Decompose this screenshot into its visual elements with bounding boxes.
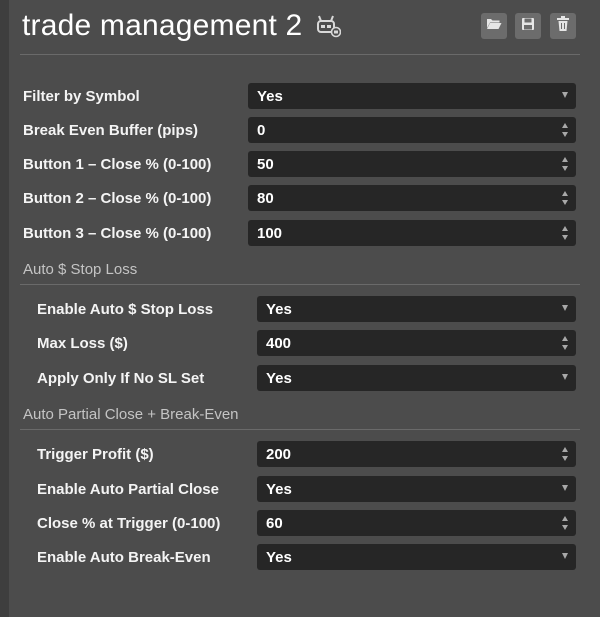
auto-stop-loss-divider — [20, 284, 580, 285]
apply-only-if-no-sl-value: Yes — [266, 370, 292, 387]
chevron-down-icon — [562, 553, 568, 559]
break-even-buffer-row: Break Even Buffer (pips) 0 — [9, 117, 600, 143]
robot-icon[interactable] — [315, 14, 342, 38]
max-loss-row: Max Loss ($) 400 — [9, 330, 600, 356]
close-percent-at-trigger-label: Close % at Trigger (0-100) — [37, 515, 221, 532]
panel-header: trade management 2 — [9, 0, 600, 54]
save-preset-button[interactable] — [515, 13, 541, 39]
enable-auto-stop-loss-select[interactable]: Yes — [257, 296, 576, 322]
break-even-buffer-label: Break Even Buffer (pips) — [23, 122, 199, 139]
folder-open-icon — [486, 17, 502, 35]
chevron-down-icon — [562, 374, 568, 380]
apply-only-if-no-sl-select[interactable]: Yes — [257, 365, 576, 391]
enable-auto-partial-close-select[interactable]: Yes — [257, 476, 576, 502]
button1-close-input[interactable]: 50 — [248, 151, 576, 177]
break-even-buffer-value: 0 — [257, 122, 266, 139]
button3-close-label: Button 3 – Close % (0-100) — [23, 225, 212, 242]
filter-by-symbol-row: Filter by Symbol Yes — [9, 83, 600, 109]
button3-close-value: 100 — [257, 225, 283, 242]
delete-preset-button[interactable] — [550, 13, 576, 39]
enable-auto-break-even-row: Enable Auto Break-Even Yes — [9, 544, 600, 570]
trigger-profit-input[interactable]: 200 — [257, 441, 576, 467]
enable-auto-break-even-select[interactable]: Yes — [257, 544, 576, 570]
button2-close-input[interactable]: 80 — [248, 185, 576, 211]
enable-auto-stop-loss-value: Yes — [266, 301, 292, 318]
enable-auto-partial-close-value: Yes — [266, 481, 292, 498]
spinner-arrows-icon[interactable] — [562, 336, 569, 350]
window-frame-edge — [0, 0, 9, 617]
spinner-arrows-icon[interactable] — [562, 123, 569, 137]
close-percent-at-trigger-input[interactable]: 60 — [257, 510, 576, 536]
auto-partial-section-title: Auto Partial Close + Break-Even — [23, 406, 239, 423]
enable-auto-break-even-value: Yes — [266, 549, 292, 566]
load-preset-button[interactable] — [481, 13, 507, 39]
chevron-down-icon — [562, 305, 568, 311]
max-loss-value: 400 — [266, 335, 292, 352]
spinner-arrows-icon[interactable] — [562, 157, 569, 171]
button2-close-row: Button 2 – Close % (0-100) 80 — [9, 185, 600, 211]
spinner-arrows-icon[interactable] — [562, 226, 569, 240]
filter-by-symbol-value: Yes — [257, 88, 283, 105]
save-icon — [521, 17, 535, 36]
close-percent-at-trigger-value: 60 — [266, 515, 283, 532]
enable-auto-break-even-label: Enable Auto Break-Even — [37, 549, 211, 566]
filter-by-symbol-select[interactable]: Yes — [248, 83, 576, 109]
close-percent-at-trigger-row: Close % at Trigger (0-100) 60 — [9, 510, 600, 536]
button2-close-label: Button 2 – Close % (0-100) — [23, 190, 212, 207]
button1-close-label: Button 1 – Close % (0-100) — [23, 156, 212, 173]
chevron-down-icon — [562, 92, 568, 98]
auto-stop-loss-section-title: Auto $ Stop Loss — [23, 261, 138, 278]
apply-only-if-no-sl-row: Apply Only If No SL Set Yes — [9, 365, 600, 391]
auto-partial-divider — [20, 429, 580, 430]
max-loss-input[interactable]: 400 — [257, 330, 576, 356]
button3-close-input[interactable]: 100 — [248, 220, 576, 246]
button3-close-row: Button 3 – Close % (0-100) 100 — [9, 220, 600, 246]
trigger-profit-value: 200 — [266, 446, 292, 463]
spinner-arrows-icon[interactable] — [562, 516, 569, 530]
chevron-down-icon — [562, 485, 568, 491]
button2-close-value: 80 — [257, 190, 274, 207]
enable-auto-stop-loss-row: Enable Auto $ Stop Loss Yes — [9, 296, 600, 322]
trigger-profit-label: Trigger Profit ($) — [37, 446, 154, 463]
enable-auto-partial-close-row: Enable Auto Partial Close Yes — [9, 476, 600, 502]
header-divider — [20, 54, 580, 55]
button1-close-row: Button 1 – Close % (0-100) 50 — [9, 151, 600, 177]
max-loss-label: Max Loss ($) — [37, 335, 128, 352]
filter-by-symbol-label: Filter by Symbol — [23, 88, 140, 105]
spinner-arrows-icon[interactable] — [562, 447, 569, 461]
panel-title: trade management 2 — [22, 9, 303, 42]
break-even-buffer-input[interactable]: 0 — [248, 117, 576, 143]
enable-auto-stop-loss-label: Enable Auto $ Stop Loss — [37, 301, 214, 318]
spinner-arrows-icon[interactable] — [562, 191, 569, 205]
enable-auto-partial-close-label: Enable Auto Partial Close — [37, 481, 219, 498]
apply-only-if-no-sl-label: Apply Only If No SL Set — [37, 370, 205, 387]
button1-close-value: 50 — [257, 156, 274, 173]
trash-icon — [556, 16, 570, 36]
trigger-profit-row: Trigger Profit ($) 200 — [9, 441, 600, 467]
